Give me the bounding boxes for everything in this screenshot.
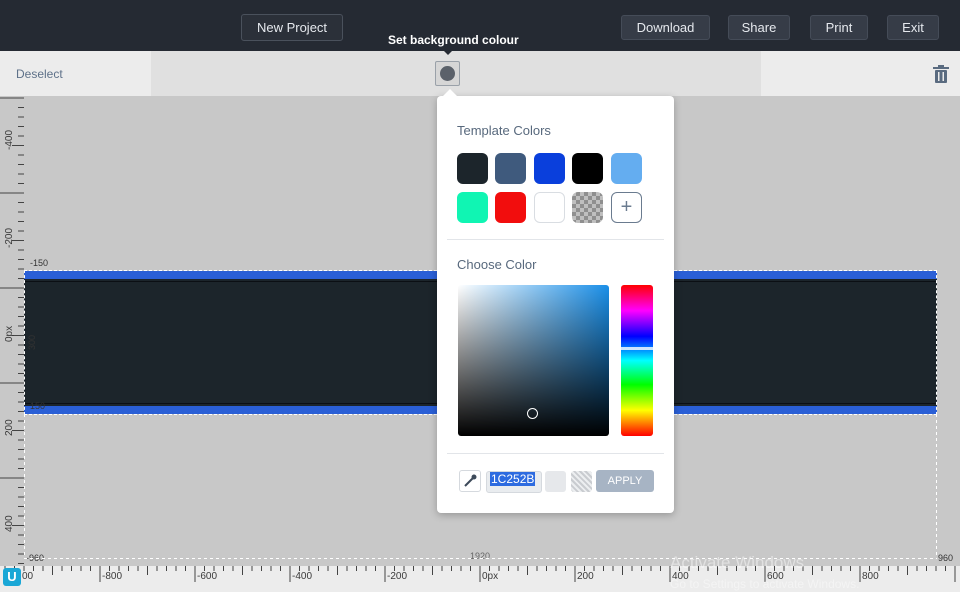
tooltip-arrow (443, 50, 453, 55)
template-swatch[interactable] (611, 153, 642, 184)
deselect-button[interactable]: Deselect (16, 67, 63, 81)
color-picker-popover: Template Colors + Choose Color 1C252B AP… (437, 89, 674, 513)
top-marker: -150 (30, 258, 49, 268)
template-swatch[interactable] (457, 153, 488, 184)
saturation-value-picker[interactable] (458, 285, 609, 436)
ruler-label: 0px (4, 325, 15, 342)
template-swatch[interactable] (495, 192, 526, 223)
ruler-label: 200 (4, 419, 15, 436)
ruler-label: -400 (292, 571, 313, 582)
ruler-label: 400 (4, 515, 15, 532)
download-button[interactable]: Download (621, 15, 710, 40)
print-button[interactable]: Print (810, 15, 868, 40)
hue-slider[interactable] (621, 285, 653, 436)
add-color-button[interactable]: + (611, 192, 642, 223)
new-project-button[interactable]: New Project (241, 14, 343, 41)
template-swatch[interactable] (534, 192, 565, 223)
windows-watermark: Activate Windows (670, 553, 805, 572)
tooltip: Set background colour (388, 33, 519, 47)
background-color-button[interactable] (435, 61, 460, 86)
element-toolbar: Deselect (0, 51, 960, 96)
template-swatch[interactable] (495, 153, 526, 184)
ruler-label: 0px (482, 571, 499, 582)
windows-watermark-subtitle: Go to Settings to activate Windows. (670, 577, 860, 591)
current-color-swatch[interactable] (545, 471, 566, 492)
app-logo-icon[interactable]: U (3, 568, 21, 586)
color-dot-icon (440, 66, 455, 81)
bottom-marker: 150 (30, 401, 46, 411)
template-swatch[interactable] (534, 153, 565, 184)
transparent-swatch[interactable] (572, 192, 603, 223)
exit-button[interactable]: Exit (887, 15, 939, 40)
picker-cursor[interactable] (527, 408, 538, 419)
ruler-label: -600 (197, 571, 218, 582)
height-marker: 300 (27, 334, 37, 350)
ruler-label: -800 (102, 571, 123, 582)
trash-icon[interactable] (933, 65, 949, 83)
template-colors-title: Template Colors (457, 123, 551, 138)
ruler-label: 00 (22, 571, 34, 582)
apply-button[interactable]: APPLY (596, 470, 654, 492)
ruler-label: -200 (387, 571, 408, 582)
right-marker: 960 (938, 553, 954, 563)
ruler-label: -200 (4, 227, 15, 248)
ruler-label: -400 (4, 129, 15, 150)
eyedropper-icon[interactable] (459, 470, 481, 492)
hex-input[interactable]: 1C252B (486, 471, 542, 493)
template-swatch[interactable] (572, 153, 603, 184)
ruler-label: 200 (577, 571, 594, 582)
share-button[interactable]: Share (728, 15, 790, 40)
no-color-swatch[interactable] (571, 471, 592, 492)
choose-color-title: Choose Color (457, 257, 537, 272)
hue-handle[interactable] (621, 347, 653, 350)
ruler-label: 800 (862, 571, 879, 582)
template-swatch[interactable] (457, 192, 488, 223)
